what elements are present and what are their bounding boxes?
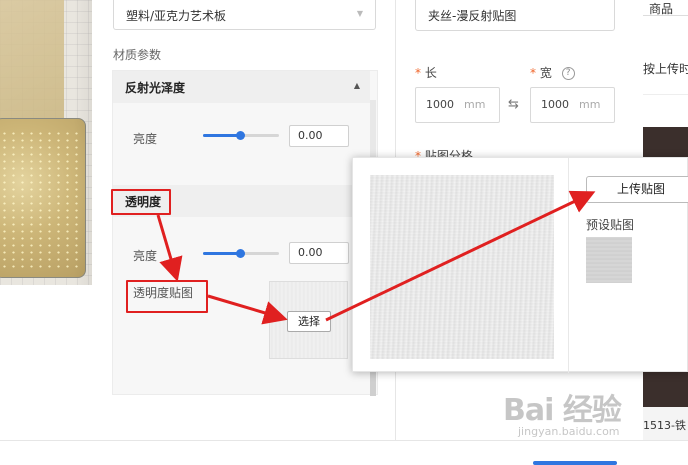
- arrow-to-upload-button: [325, 190, 596, 322]
- baidu-watermark-url: jingyan.baidu.com: [518, 425, 620, 438]
- material-editor: 塑料/亚克力艺术板 ▼ 材质参数 反射光泽度 ▲ 亮度 0.00 透明度 ▲ 亮…: [0, 0, 688, 465]
- arrow-to-choose-button: [207, 294, 288, 325]
- arrow-to-map-label: [156, 214, 183, 282]
- baidu-watermark: Bai 经验: [503, 393, 622, 428]
